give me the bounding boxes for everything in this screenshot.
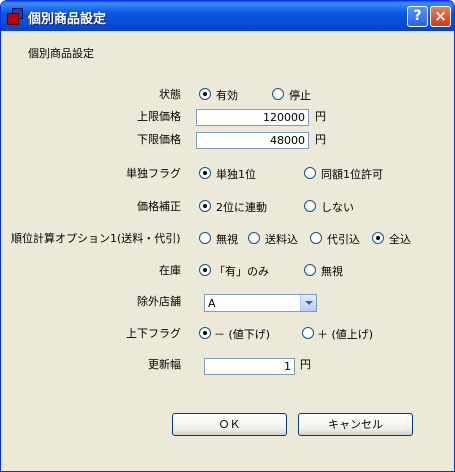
single-flag-label: 単独フラグ [126, 167, 181, 180]
rank-option-radio-shipping[interactable] [248, 232, 260, 244]
cancel-button[interactable]: キャンセル [298, 413, 413, 436]
status-option-stopped-label: 停止 [289, 89, 311, 102]
exclude-store-value: A [208, 297, 216, 310]
status-option-active-label: 有効 [216, 89, 238, 102]
update-width-input[interactable]: 1 [204, 358, 295, 375]
updown-flag-down-label: － (値下げ) [214, 328, 271, 341]
upper-price-unit: 円 [315, 110, 326, 123]
price-correction-label: 価格補正 [137, 200, 181, 213]
dialog-content: 個別商品設定 状態 有効 停止 上限価格 120000 円 下限価格 48000… [1, 31, 454, 471]
upper-price-input[interactable]: 120000 [196, 109, 309, 126]
close-button[interactable]: × [430, 6, 451, 27]
rank-option-radio-ignore[interactable] [199, 232, 211, 244]
status-radio-stopped[interactable] [272, 88, 284, 100]
upper-price-label: 上限価格 [137, 110, 181, 123]
title-bar: 個別商品設定 ? × [1, 1, 454, 31]
lower-price-label: 下限価格 [137, 133, 181, 146]
stock-label: 在庫 [159, 264, 181, 277]
lower-price-unit: 円 [315, 133, 326, 146]
help-button[interactable]: ? [407, 6, 428, 27]
rank-option-radio-all[interactable] [372, 232, 384, 244]
stock-option-instock-label: 「有」のみ [214, 265, 269, 278]
stock-radio-instock[interactable] [199, 264, 211, 276]
rank-option-all-label: 全込 [389, 233, 411, 246]
update-width-unit: 円 [300, 358, 311, 371]
dialog-window: 個別商品設定 ? × 個別商品設定 状態 有効 停止 上限価格 120000 円… [0, 0, 455, 472]
app-icon [7, 8, 23, 25]
status-radio-active[interactable] [199, 88, 211, 100]
stock-radio-ignore[interactable] [304, 264, 316, 276]
single-flag-option-single-label: 単独1位 [216, 168, 256, 181]
exclude-store-select[interactable]: A [204, 294, 317, 312]
single-flag-option-same-label: 同額1位許可 [321, 168, 383, 181]
updown-flag-up-label: ＋ (値上げ) [317, 328, 374, 341]
window-title: 個別商品設定 [28, 12, 107, 27]
rank-option-radio-cod[interactable] [310, 232, 322, 244]
update-width-label: 更新幅 [148, 358, 181, 371]
single-flag-radio-single[interactable] [199, 167, 211, 179]
rank-option-label: 順位計算オプション1(送料・代引) [11, 232, 181, 245]
stock-option-ignore-label: 無視 [321, 265, 343, 278]
rank-option-cod-label: 代引込 [327, 233, 360, 246]
price-correction-option-none-label: しない [321, 201, 354, 214]
status-label: 状態 [159, 88, 181, 101]
single-flag-radio-same[interactable] [304, 167, 316, 179]
exclude-store-label: 除外店舗 [137, 295, 181, 308]
price-correction-radio-none[interactable] [304, 200, 316, 212]
price-correction-radio-link[interactable] [199, 200, 211, 212]
updown-flag-radio-up[interactable] [302, 327, 314, 339]
updown-flag-label: 上下フラグ [126, 327, 181, 340]
price-correction-option-link-label: 2位に連動 [216, 201, 267, 214]
ok-button[interactable]: ＯＫ [172, 413, 287, 436]
rank-option-ignore-label: 無視 [216, 233, 238, 246]
chevron-down-icon[interactable] [300, 295, 316, 311]
updown-flag-radio-down[interactable] [199, 327, 211, 339]
rank-option-shipping-label: 送料込 [265, 233, 298, 246]
lower-price-input[interactable]: 48000 [196, 132, 309, 149]
section-heading: 個別商品設定 [28, 47, 94, 60]
